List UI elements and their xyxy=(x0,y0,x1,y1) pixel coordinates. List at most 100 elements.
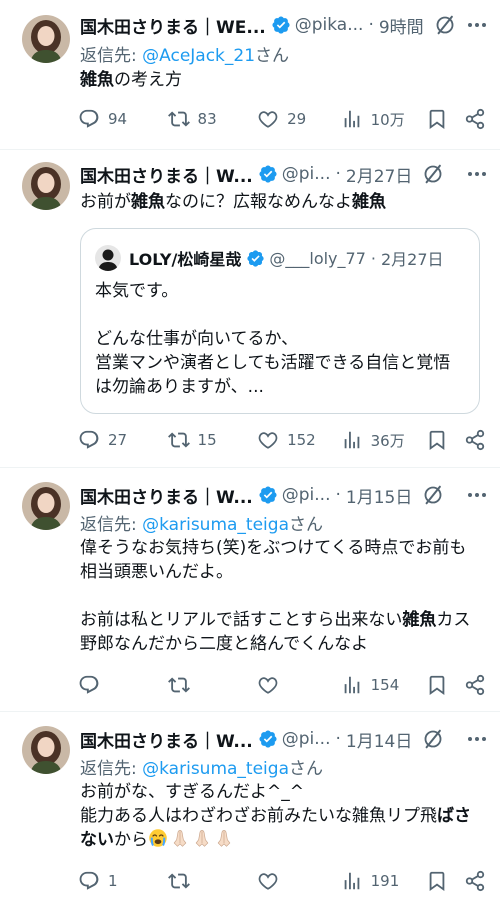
share-button[interactable] xyxy=(464,429,486,451)
view-count: 191 xyxy=(370,872,400,890)
tweet-text-part: から xyxy=(114,830,148,850)
tweet-text-part: お前が xyxy=(80,192,131,212)
avatar-image xyxy=(22,162,70,210)
timestamp[interactable]: 1月15日 xyxy=(346,483,412,508)
views-icon xyxy=(341,429,363,451)
reply-button[interactable]: 27 xyxy=(78,429,168,451)
views-button[interactable]: 10万 xyxy=(341,108,427,130)
repost-icon xyxy=(168,674,190,696)
reply-to-suffix: さん xyxy=(255,46,290,66)
timestamp[interactable]: 1月14日 xyxy=(346,727,412,752)
reply-to-suffix: さん xyxy=(288,515,323,535)
reply-icon xyxy=(78,870,100,892)
avatar-image xyxy=(22,15,70,63)
more-icon[interactable] xyxy=(466,23,486,27)
repost-button[interactable]: 83 xyxy=(168,108,258,130)
like-button[interactable]: 29 xyxy=(257,108,341,130)
timestamp[interactable]: 2月27日 xyxy=(346,162,412,187)
bookmark-button[interactable] xyxy=(426,108,464,130)
tweet-text: 偉そうなお気持ち(笑)をぶつけてくる時点でお前も 相当頭悪いんだよ。 お前は私と… xyxy=(80,536,486,656)
reply-icon xyxy=(78,674,100,696)
bookmark-button[interactable] xyxy=(426,870,464,892)
verified-badge-icon xyxy=(258,485,278,505)
reply-button[interactable] xyxy=(78,674,168,696)
author-handle[interactable]: @pi... xyxy=(282,729,331,749)
reply-to-suffix: さん xyxy=(288,759,323,779)
author-handle[interactable]: @pi... xyxy=(282,485,331,505)
share-icon xyxy=(464,108,486,130)
more-icon[interactable] xyxy=(466,172,486,176)
repost-button[interactable] xyxy=(168,870,258,892)
view-count: 154 xyxy=(370,676,400,694)
bookmark-icon xyxy=(426,674,448,696)
quoted-author-name: LOLY/松崎星哉 xyxy=(129,250,242,269)
avatar[interactable] xyxy=(22,162,70,210)
reply-button[interactable]: 94 xyxy=(78,108,168,130)
timestamp[interactable]: 9時間 xyxy=(379,13,424,38)
author-handle[interactable]: @pi... xyxy=(282,164,331,184)
grok-icon[interactable] xyxy=(422,484,444,506)
bookmark-button[interactable] xyxy=(426,674,464,696)
reply-icon xyxy=(78,429,100,451)
reply-to-account[interactable]: @AceJack_21 xyxy=(142,46,255,66)
views-icon xyxy=(341,108,363,130)
share-button[interactable] xyxy=(464,674,486,696)
tweet[interactable]: 国木田さりまる｜WE... @pika... · 9時間 返信先: @AceJa… xyxy=(0,0,500,150)
views-button[interactable]: 36万 xyxy=(341,429,427,451)
like-button[interactable] xyxy=(257,674,341,696)
more-icon[interactable] xyxy=(466,737,486,741)
repost-button[interactable]: 15 xyxy=(168,429,258,451)
avatar-image xyxy=(22,482,70,530)
author-name[interactable]: 国木田さりまる｜W... xyxy=(80,727,253,752)
views-button[interactable]: 154 xyxy=(341,674,427,696)
reply-to-account[interactable]: @karisuma_teiga xyxy=(142,759,289,779)
avatar[interactable] xyxy=(22,15,70,63)
bookmark-button[interactable] xyxy=(426,429,464,451)
like-button[interactable]: 152 xyxy=(257,429,341,451)
view-count: 36万 xyxy=(370,431,405,450)
action-bar: 1 191 xyxy=(78,869,486,893)
tweet-text-bold: 雑魚 xyxy=(402,610,437,630)
author-name[interactable]: 国木田さりまる｜WE... xyxy=(80,13,266,38)
grok-icon[interactable] xyxy=(422,163,444,185)
quoted-tweet[interactable]: LOLY/松崎星哉 @___loly_77 · 2月27日 本気です。 どんな仕… xyxy=(80,228,480,414)
grok-icon[interactable] xyxy=(422,728,444,750)
verified-badge-icon xyxy=(258,164,278,184)
reply-count: 94 xyxy=(108,110,128,128)
separator-dot: · xyxy=(370,248,376,268)
views-button[interactable]: 191 xyxy=(341,870,427,892)
folded-hands-icon xyxy=(214,828,234,855)
grok-icon[interactable] xyxy=(434,14,456,36)
like-count: 152 xyxy=(287,431,316,449)
tweet-text-bold: 雑魚 xyxy=(352,192,386,212)
reply-to-line: 返信先: @AceJack_21さん xyxy=(80,41,289,66)
author-name[interactable]: 国木田さりまる｜W... xyxy=(80,483,253,508)
like-button[interactable] xyxy=(257,870,341,892)
repost-icon xyxy=(168,429,190,451)
reply-count: 1 xyxy=(108,872,118,890)
repost-button[interactable] xyxy=(168,674,258,696)
avatar[interactable] xyxy=(22,726,70,774)
bookmark-icon xyxy=(426,108,448,130)
tweet[interactable]: 国木田さりまる｜W... @pi... · 1月15日 返信先: @karisu… xyxy=(0,468,500,712)
reply-button[interactable]: 1 xyxy=(78,870,168,892)
reply-to-prefix: 返信先: xyxy=(80,759,143,779)
tweet-text: お前が雑魚なのに？広報なめんなよ雑魚 xyxy=(80,190,486,214)
tweet[interactable]: 国木田さりまる｜W... @pi... · 2月27日 お前が 雑魚なのに？広報な… xyxy=(0,150,500,468)
tweet-header: 国木田さりまる｜W... @pi... · 2月27日 xyxy=(80,161,486,187)
share-button[interactable] xyxy=(464,108,486,130)
tweet-text: お前がな、すぎるんだよ^_^ 能力ある人はわざわざお前みたいな雑魚リプ飛ばさ な… xyxy=(80,780,486,855)
tweet-text-part: なのに？広報なめんなよ xyxy=(165,192,352,212)
share-button[interactable] xyxy=(464,870,486,892)
share-icon xyxy=(464,674,486,696)
share-icon xyxy=(464,870,486,892)
author-name[interactable]: 国木田さりまる｜W... xyxy=(80,162,253,187)
author-handle[interactable]: @pika... xyxy=(295,15,364,35)
bookmark-icon xyxy=(426,429,448,451)
separator-dot: · xyxy=(335,729,341,749)
avatar-image xyxy=(22,726,70,774)
tweet[interactable]: 国木田さりまる｜W... @pi... · 1月14日 返信先: @karisu… xyxy=(0,712,500,900)
avatar[interactable] xyxy=(22,482,70,530)
reply-to-account[interactable]: @karisuma_teiga xyxy=(142,515,289,535)
more-icon[interactable] xyxy=(466,493,486,497)
